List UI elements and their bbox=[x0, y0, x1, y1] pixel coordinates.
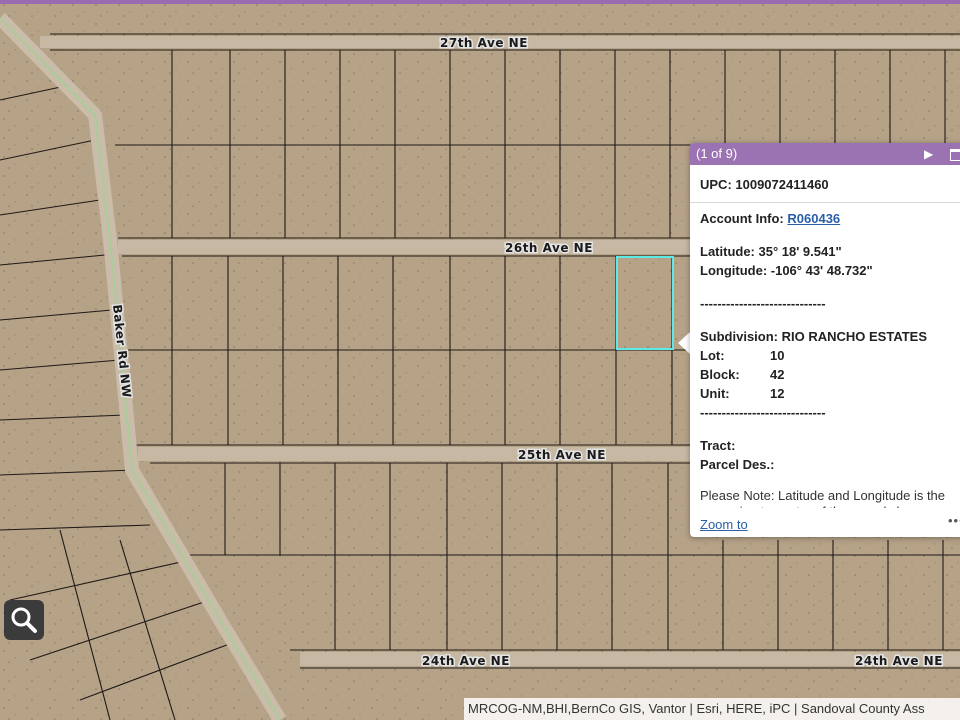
longitude: Longitude: -106° 43' 48.732" bbox=[700, 263, 873, 278]
divider: ----------------------------- bbox=[700, 296, 826, 311]
map-attribution: MRCOG-NM,BHI,BernCo GIS, Vantor | Esri, … bbox=[464, 698, 960, 720]
search-icon bbox=[11, 607, 37, 633]
subdivision: Subdivision: RIO RANCHO ESTATES bbox=[700, 329, 928, 344]
unit-row: Unit: 12 bbox=[700, 384, 960, 403]
popup-note: Please Note: Latitude and Longitude is t… bbox=[700, 488, 946, 508]
popup-pointer bbox=[678, 332, 690, 354]
parcel-popup: (1 of 9) ▶ UPC: 1009072411460 Account In… bbox=[690, 143, 960, 537]
road-label-24th-left: 24th Ave NE bbox=[422, 654, 510, 668]
popup-counter: (1 of 9) bbox=[696, 146, 738, 161]
block-label: Block: bbox=[700, 367, 740, 382]
search-button[interactable] bbox=[4, 600, 44, 640]
play-icon[interactable]: ▶ bbox=[924, 143, 933, 165]
tract: Tract: bbox=[700, 438, 736, 453]
top-accent-bar bbox=[0, 0, 960, 4]
account-row: Account Info: R060436 bbox=[700, 209, 960, 228]
road-label-24th-right: 24th Ave NE bbox=[855, 654, 943, 668]
parcel-des: Parcel Des.: bbox=[700, 457, 775, 472]
account-label: Account Info: bbox=[700, 211, 788, 226]
lot-row: Lot: 10 bbox=[700, 346, 960, 365]
lot-value: 10 bbox=[770, 348, 785, 363]
road-label-26th: 26th Ave NE bbox=[505, 241, 593, 255]
lot-label: Lot: bbox=[700, 348, 725, 363]
road-label-27th: 27th Ave NE bbox=[440, 36, 528, 50]
more-options-icon[interactable]: ••• bbox=[948, 513, 960, 528]
zoom-to-link[interactable]: Zoom to bbox=[700, 517, 748, 532]
block-value: 42 bbox=[770, 367, 785, 382]
popup-body: Account Info: R060436 Latitude: 35° 18' … bbox=[690, 203, 960, 508]
popup-upc: UPC: 1009072411460 bbox=[690, 165, 960, 203]
maximize-icon[interactable] bbox=[950, 149, 960, 161]
divider-2: ----------------------------- bbox=[700, 405, 826, 420]
unit-value: 12 bbox=[770, 386, 785, 401]
unit-label: Unit: bbox=[700, 386, 730, 401]
account-link[interactable]: R060436 bbox=[787, 211, 840, 226]
road-label-25th: 25th Ave NE bbox=[518, 448, 606, 462]
block-row: Block: 42 bbox=[700, 365, 960, 384]
latitude: Latitude: 35° 18' 9.541" bbox=[700, 244, 842, 259]
popup-header: (1 of 9) ▶ bbox=[690, 143, 960, 165]
